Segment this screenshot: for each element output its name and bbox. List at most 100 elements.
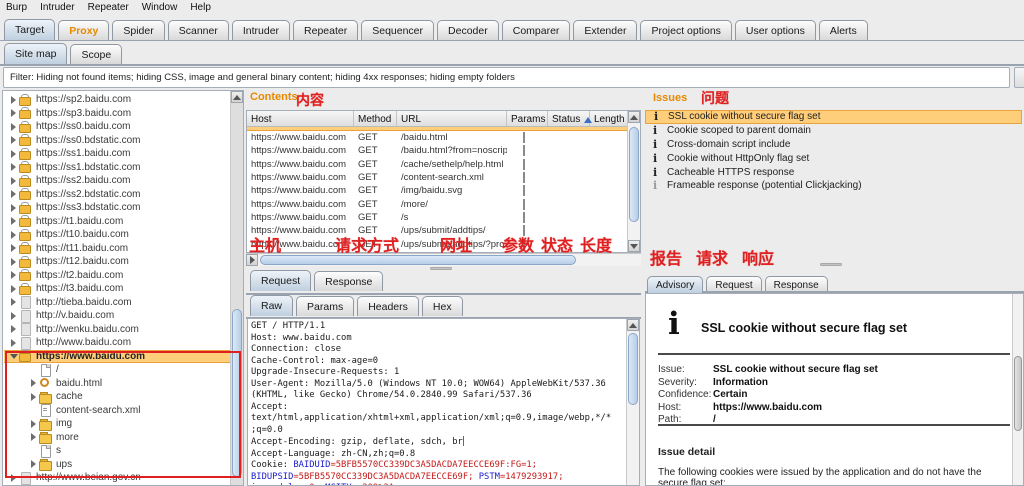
subtab-site-map[interactable]: Site map <box>4 43 67 64</box>
sitemap-node[interactable]: https://t2.baidu.com <box>4 269 231 283</box>
menu-item-burp[interactable]: Burp <box>6 2 27 13</box>
contents-vertical-scrollbar[interactable] <box>627 111 640 252</box>
sitemap-node[interactable]: more <box>4 431 231 445</box>
expand-arrow-icon[interactable] <box>28 460 39 468</box>
message-tab-response[interactable]: Response <box>314 271 383 291</box>
column-header-host[interactable]: Host <box>247 111 354 126</box>
tab-alerts[interactable]: Alerts <box>819 20 868 40</box>
tab-extender[interactable]: Extender <box>573 20 637 40</box>
expand-arrow-icon[interactable] <box>28 420 39 428</box>
sitemap-node[interactable]: https://t1.baidu.com <box>4 215 231 229</box>
tab-sequencer[interactable]: Sequencer <box>361 20 434 40</box>
expand-arrow-icon[interactable] <box>8 190 19 198</box>
menu-item-intruder[interactable]: Intruder <box>40 2 74 13</box>
scroll-down-button[interactable] <box>628 240 640 252</box>
expand-arrow-icon[interactable] <box>8 244 19 252</box>
table-row[interactable]: https://www.baidu.comGET/img/baidu.svg <box>247 184 640 197</box>
table-row[interactable]: https://www.baidu.comGET/s <box>247 211 640 224</box>
expand-arrow-icon[interactable] <box>28 433 39 441</box>
table-row[interactable]: https://www.baidu.comGET/baidu.html <box>247 131 640 144</box>
sitemap-node[interactable]: https://ss2.baidu.com <box>4 174 231 188</box>
column-header-url[interactable]: URL <box>397 111 507 126</box>
sitemap-node[interactable]: https://ss2.bdstatic.com <box>4 188 231 202</box>
issue-item[interactable]: iCookie scoped to parent domain <box>645 124 1022 138</box>
tab-scanner[interactable]: Scanner <box>168 20 229 40</box>
sitemap-node[interactable]: http://v.baidu.com <box>4 309 231 323</box>
sitemap-node[interactable]: https://t3.baidu.com <box>4 282 231 296</box>
sitemap-node[interactable]: ups <box>4 458 231 472</box>
sitemap-node[interactable]: http://www.baidu.com <box>4 336 231 350</box>
sitemap-node[interactable]: cache <box>4 390 231 404</box>
scroll-up-button[interactable] <box>627 319 639 331</box>
expand-arrow-icon[interactable] <box>8 285 19 293</box>
editor-scroll-thumb[interactable] <box>628 333 638 405</box>
tab-user-options[interactable]: User options <box>735 20 816 40</box>
sitemap-node[interactable]: https://ss3.bdstatic.com <box>4 201 231 215</box>
expand-arrow-icon[interactable] <box>28 379 39 387</box>
tab-repeater[interactable]: Repeater <box>293 20 358 40</box>
expand-arrow-icon[interactable] <box>8 109 19 117</box>
expand-arrow-icon[interactable] <box>8 136 19 144</box>
expand-arrow-icon[interactable] <box>28 393 39 401</box>
params-checkbox[interactable] <box>523 212 525 223</box>
issue-item[interactable]: iCookie without HttpOnly flag set <box>645 151 1022 165</box>
issue-item[interactable]: iCross-domain script include <box>645 138 1022 152</box>
sitemap-node[interactable]: https://ss1.bdstatic.com <box>4 161 231 175</box>
sitemap-node[interactable]: https://www.baidu.com <box>4 350 231 364</box>
sitemap-node[interactable]: https://ss1.baidu.com <box>4 147 231 161</box>
expand-arrow-icon[interactable] <box>8 204 19 212</box>
contents-scroll-thumb[interactable] <box>629 127 639 222</box>
issue-item[interactable]: iSSL cookie without secure flag set <box>645 110 1022 124</box>
filter-bar[interactable]: Filter: Hiding not found items; hiding C… <box>3 67 1010 88</box>
advisory-tab-advisory[interactable]: Advisory <box>647 276 703 293</box>
view-tab-headers[interactable]: Headers <box>357 296 419 316</box>
tab-target[interactable]: Target <box>4 19 55 40</box>
menu-item-help[interactable]: Help <box>190 2 211 13</box>
sitemap-node[interactable]: https://t10.baidu.com <box>4 228 231 242</box>
sitemap-node[interactable]: s <box>4 444 231 458</box>
expand-arrow-icon[interactable] <box>8 354 19 359</box>
view-tab-params[interactable]: Params <box>296 296 354 316</box>
sitemap-node[interactable]: https://sp3.baidu.com <box>4 107 231 121</box>
expand-arrow-icon[interactable] <box>8 123 19 131</box>
subtab-scope[interactable]: Scope <box>70 44 122 64</box>
editor-vertical-scrollbar[interactable] <box>626 319 639 485</box>
view-tab-hex[interactable]: Hex <box>422 296 463 316</box>
message-tab-request[interactable]: Request <box>250 270 311 291</box>
expand-arrow-icon[interactable] <box>8 339 19 347</box>
sitemap-node[interactable]: https://t12.baidu.com <box>4 255 231 269</box>
sitemap-node[interactable]: https://sp2.baidu.com <box>4 93 231 107</box>
sitemap-node[interactable]: http://tieba.baidu.com <box>4 296 231 310</box>
column-header-params[interactable]: Params <box>507 111 548 126</box>
expand-arrow-icon[interactable] <box>8 271 19 279</box>
contents-hscroll-thumb[interactable] <box>260 255 576 265</box>
issue-item[interactable]: iFrameable response (potential Clickjack… <box>645 179 1022 193</box>
table-row[interactable]: https://www.baidu.comGET/content-search.… <box>247 171 640 184</box>
scroll-up-button[interactable] <box>628 111 640 123</box>
table-row[interactable]: https://www.baidu.comGET/baidu.html?from… <box>247 144 640 157</box>
table-row[interactable]: https://www.baidu.comGET/more/ <box>247 197 640 210</box>
expand-arrow-icon[interactable] <box>8 325 19 333</box>
issue-item[interactable]: iCacheable HTTPS response <box>645 165 1022 179</box>
menu-item-repeater[interactable]: Repeater <box>88 2 129 13</box>
expand-arrow-icon[interactable] <box>8 177 19 185</box>
sitemap-node[interactable]: https://t11.baidu.com <box>4 242 231 256</box>
expand-arrow-icon[interactable] <box>8 217 19 225</box>
expand-arrow-icon[interactable] <box>8 163 19 171</box>
request-raw-editor[interactable]: GET / HTTP/1.1Host: www.baidu.comConnect… <box>247 318 640 486</box>
horizontal-splitter-grip[interactable] <box>820 263 842 266</box>
scroll-up-button[interactable] <box>231 91 243 103</box>
tab-project-options[interactable]: Project options <box>640 20 731 40</box>
expand-arrow-icon[interactable] <box>8 150 19 158</box>
view-tab-raw[interactable]: Raw <box>250 295 293 316</box>
menu-item-window[interactable]: Window <box>142 2 178 13</box>
params-checkbox[interactable] <box>523 172 525 183</box>
column-header-method[interactable]: Method <box>354 111 397 126</box>
sitemap-node[interactable]: baidu.html <box>4 377 231 391</box>
sitemap-node[interactable]: https://ss0.bdstatic.com <box>4 134 231 148</box>
sitemap-node[interactable]: / <box>4 363 231 377</box>
tab-spider[interactable]: Spider <box>112 20 164 40</box>
params-checkbox[interactable] <box>523 159 525 170</box>
expand-arrow-icon[interactable] <box>8 474 19 482</box>
filter-right-control-partial[interactable] <box>1014 67 1024 88</box>
